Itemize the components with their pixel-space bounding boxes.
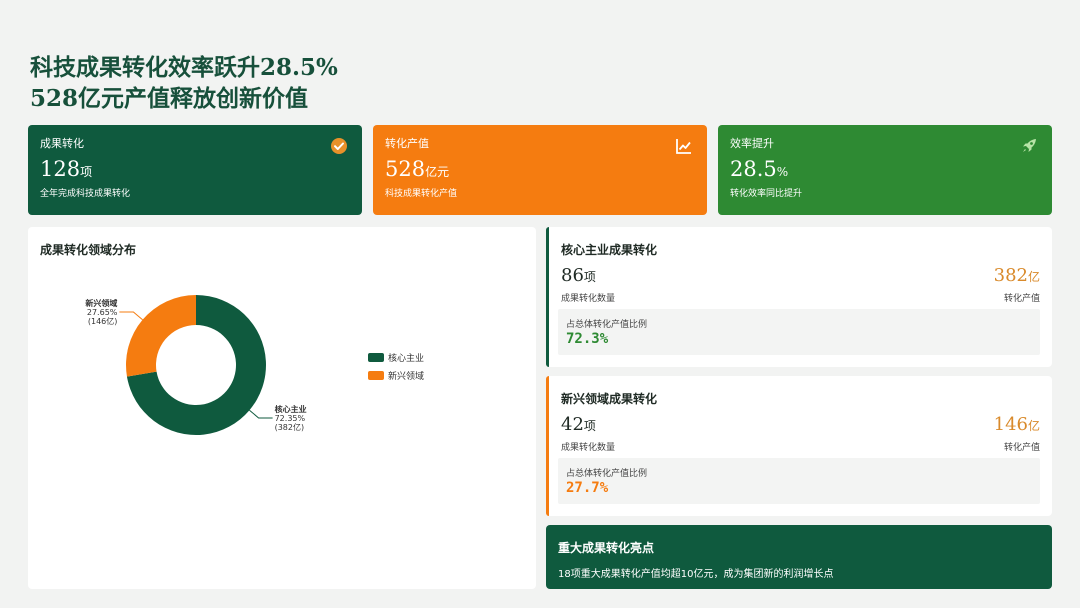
distribution-panel: 成果转化领域分布 核心主业 72.35% (382亿) 新兴领域 27.65% (146亿… [28, 227, 536, 589]
legend-swatch [368, 352, 384, 362]
highlight-card: 重大成果转化亮点 18项重大成果转化产值均超10亿元，成为集团新的利润增长点 [546, 525, 1052, 589]
kpi-value: 128项 [40, 157, 350, 184]
slice-label-0-0: 核心主业 [275, 404, 307, 414]
segment-count-number: 42 [561, 414, 584, 435]
segment-value: 146亿 [994, 414, 1040, 435]
ratio-box: 占总体转化产值比例 72.3% [558, 309, 1040, 355]
segment-count-number: 86 [561, 265, 584, 286]
segment-count: 42项 [561, 414, 596, 435]
segment-title: 新兴领域成果转化 [561, 392, 658, 406]
highlight-desc: 18项重大成果转化产值均超10亿元，成为集团新的利润增长点 [558, 569, 834, 580]
segment-value-number: 382 [993, 265, 1028, 286]
segment-count-unit: 项 [583, 270, 596, 284]
ratio-label: 占总体转化产值比例 [566, 469, 648, 479]
title-line-2: 528亿元产值释放创新价值 [30, 85, 309, 112]
distribution-donut-chart: 核心主业72.35%(382亿) 新兴领域27.65%(146亿) [85, 295, 307, 435]
segment-title: 核心主业成果转化 [561, 243, 658, 257]
legend-swatch [368, 370, 384, 380]
slice-label-1-1: 27.65% [87, 308, 118, 317]
kpi-unit: 项 [80, 165, 93, 179]
kpi-desc: 转化效率同比提升 [730, 189, 803, 199]
kpi-value: 528亿元 [385, 157, 695, 184]
segment-card-emerging: 新兴领域成果转化 42项 成果转化数量 146亿 转化产值 占总体转化产值比例 … [546, 376, 1052, 516]
kpi-card-output-value: 转化产值 528亿元 科技成果转化产值 [373, 125, 707, 215]
segment-count-label: 成果转化数量 [561, 443, 616, 453]
segment-count-label: 成果转化数量 [561, 294, 616, 304]
leader-line-1 [119, 311, 143, 321]
segment-value-unit: 亿 [1027, 419, 1040, 433]
segment-value: 382亿 [994, 265, 1040, 286]
segment-value-number: 146 [993, 414, 1028, 435]
ratio-value: 72.3% [566, 331, 609, 347]
slice-label-1-2: (146亿) [88, 316, 118, 326]
segment-card-core: 核心主业成果转化 86项 成果转化数量 382亿 转化产值 占总体转化产值比例 … [546, 227, 1052, 367]
legend-label: 核心主业 [388, 353, 425, 364]
segment-count: 86项 [561, 265, 596, 286]
line-chart-icon [676, 139, 691, 154]
kpi-card-conversion: 成果转化 128项 全年完成科技成果转化 [28, 125, 362, 215]
accent-bar [546, 227, 549, 367]
segment-value-label: 转化产值 [1003, 294, 1040, 304]
slice-label-1-0: 新兴领域 [85, 298, 117, 308]
kpi-label: 转化产值 [385, 137, 429, 150]
accent-bar [546, 376, 549, 516]
legend-item-core[interactable]: 核心主业 [368, 349, 424, 365]
leader-line-0 [249, 409, 273, 419]
kpi-number: 28.5 [730, 157, 777, 181]
donut-slice-1[interactable] [126, 295, 196, 377]
check-circle-icon [331, 138, 347, 154]
kpi-unit: % [776, 165, 789, 179]
rocket-icon [1023, 139, 1036, 152]
kpi-number: 528 [385, 157, 426, 181]
ratio-box: 占总体转化产值比例 27.7% [558, 458, 1040, 504]
legend-item-emerging[interactable]: 新兴领域 [368, 367, 424, 383]
segment-value-unit: 亿 [1027, 270, 1040, 284]
kpi-desc: 科技成果转化产值 [385, 189, 458, 199]
slice-label-0-1: 72.35% [275, 414, 306, 423]
segment-value-label: 转化产值 [1003, 443, 1040, 453]
legend-label: 新兴领域 [388, 371, 425, 382]
slice-label-0-2: (382亿) [275, 422, 305, 432]
segment-count-unit: 项 [583, 419, 596, 433]
kpi-label: 成果转化 [40, 137, 84, 150]
kpi-label: 效率提升 [730, 137, 774, 150]
highlight-title: 重大成果转化亮点 [558, 541, 655, 555]
kpi-card-efficiency: 效率提升 28.5% 转化效率同比提升 [718, 125, 1052, 215]
kpi-number: 128 [40, 157, 81, 181]
ratio-label: 占总体转化产值比例 [566, 320, 648, 330]
kpi-value: 28.5% [730, 157, 1040, 184]
page-title: 科技成果转化效率跃升28.5% 528亿元产值释放创新价值 [30, 52, 338, 114]
chart-legend: 核心主业 新兴领域 [368, 349, 424, 385]
kpi-unit: 亿元 [425, 165, 450, 179]
kpi-desc: 全年完成科技成果转化 [40, 189, 131, 199]
ratio-value: 27.7% [566, 480, 609, 496]
title-line-1: 科技成果转化效率跃升28.5% [30, 54, 338, 81]
